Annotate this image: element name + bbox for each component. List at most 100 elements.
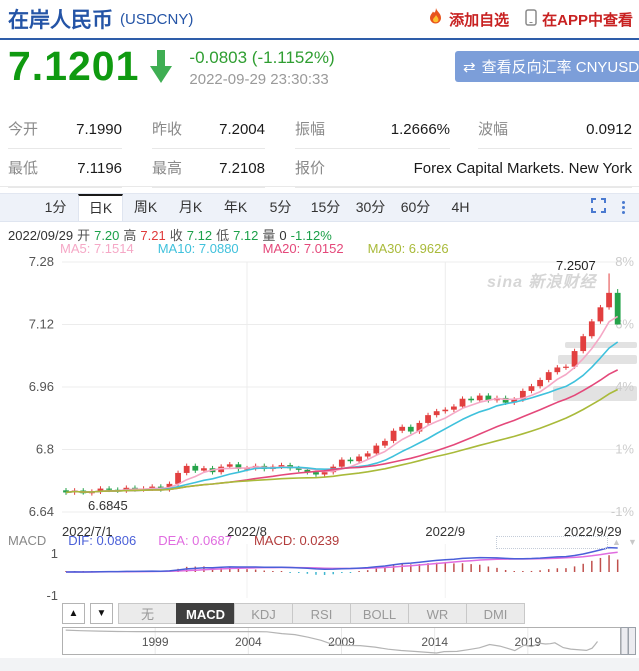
indicator-up-button[interactable]: ▲ bbox=[62, 603, 85, 624]
readout-segment: MA10: 7.0880 bbox=[158, 241, 239, 256]
indicator-tabs: 无MACDKDJRSIBOLLWRDMI bbox=[113, 603, 525, 624]
view-in-app-link[interactable]: 在APP中查看 bbox=[525, 9, 633, 30]
forex-quote-page: 在岸人民币 (USDCNY) 添加自选 在APP中查看 7.1201 -0.08… bbox=[0, 0, 639, 671]
ma-readout: MA5: 7.1514 MA10: 7.0880 MA20: 7.0152 MA30:… bbox=[60, 241, 473, 256]
stat-振幅: 振幅1.2666% bbox=[295, 110, 450, 149]
fullscreen-icon[interactable] bbox=[591, 198, 606, 218]
stat-value: Forex Capital Markets. New York bbox=[325, 160, 632, 177]
period-tab-周K[interactable]: 周K bbox=[123, 194, 168, 221]
stats-row: 最低7.1196 最高7.2108 报价Forex Capital Markets.… bbox=[8, 149, 632, 188]
svg-text:6.8: 6.8 bbox=[36, 442, 54, 457]
stat-最高: 最高7.2108 bbox=[152, 149, 265, 188]
svg-text:6.64: 6.64 bbox=[29, 504, 54, 519]
more-options-icon[interactable] bbox=[622, 201, 625, 214]
stat-label: 昨收 bbox=[152, 118, 182, 139]
indicator-tab-bar: ▲ ▼ 无MACDKDJRSIBOLLWRDMI bbox=[62, 603, 525, 624]
reverse-rate-button[interactable]: ⇄ 查看反向汇率 CNYUSD bbox=[455, 51, 639, 82]
svg-text:2014: 2014 bbox=[421, 635, 448, 649]
indicator-tab-MACD[interactable]: MACD bbox=[176, 603, 235, 624]
svg-text:8%: 8% bbox=[615, 254, 634, 269]
svg-text:-1: -1 bbox=[46, 588, 58, 603]
stat-今开: 今开7.1990 bbox=[8, 110, 122, 149]
svg-text:7.12: 7.12 bbox=[29, 317, 54, 332]
period-tab-年K[interactable]: 年K bbox=[213, 194, 258, 221]
change-block: -0.0803 (-1.1152%) 2022-09-29 23:30:33 bbox=[189, 44, 334, 88]
period-tab-5分[interactable]: 5分 bbox=[258, 194, 303, 221]
readout-segment: MA20: 7.0152 bbox=[263, 241, 344, 256]
macd-scale-down-icon[interactable]: ▼ bbox=[628, 537, 637, 547]
svg-text:6.96: 6.96 bbox=[29, 379, 54, 394]
stat-label: 波幅 bbox=[478, 118, 508, 139]
flame-icon bbox=[428, 8, 444, 30]
chart-toolbar-icons bbox=[591, 194, 639, 221]
indicator-tab-DMI[interactable]: DMI bbox=[466, 603, 525, 624]
stat-报价: 报价Forex Capital Markets. New York bbox=[295, 149, 632, 188]
period-tab-15分[interactable]: 15分 bbox=[303, 194, 348, 221]
price-change: -0.0803 (-1.1152%) bbox=[189, 48, 334, 68]
view-in-app-label: 在APP中查看 bbox=[542, 9, 633, 30]
reverse-rate-label: 查看反向汇率 CNYUSD bbox=[482, 56, 639, 77]
bottom-strip bbox=[0, 658, 639, 671]
readout-segment: MACD bbox=[8, 533, 46, 548]
svg-text:2009: 2009 bbox=[328, 635, 355, 649]
indicator-tab-KDJ[interactable]: KDJ bbox=[234, 603, 293, 624]
svg-text:2022/9: 2022/9 bbox=[425, 524, 465, 539]
period-tab-30分[interactable]: 30分 bbox=[348, 194, 393, 221]
current-price: 7.1201 bbox=[8, 44, 139, 88]
down-arrow-icon bbox=[149, 50, 173, 89]
indicator-tab-WR[interactable]: WR bbox=[408, 603, 467, 624]
macd-readout: MACD DIF: 0.0806 DEA: 0.0687 MACD: 0.0239 bbox=[8, 533, 361, 548]
svg-text:1%: 1% bbox=[615, 442, 634, 457]
svg-text:6.6845: 6.6845 bbox=[88, 498, 128, 513]
readout-segment: MA5: 7.1514 bbox=[60, 241, 134, 256]
period-tab-日K[interactable]: 日K bbox=[78, 194, 123, 221]
stat-value: 1.2666% bbox=[325, 121, 450, 138]
stat-label: 最低 bbox=[8, 157, 38, 178]
stat-label: 振幅 bbox=[295, 118, 325, 139]
stat-label: 最高 bbox=[152, 157, 182, 178]
add-watchlist-link[interactable]: 添加自选 bbox=[428, 8, 509, 30]
symbol-code: (USDCNY) bbox=[120, 11, 193, 28]
section-divider bbox=[0, 186, 639, 187]
period-tab-4H[interactable]: 4H bbox=[438, 194, 483, 221]
indicator-tab-RSI[interactable]: RSI bbox=[292, 603, 351, 624]
stats-row: 今开7.1990 昨收7.2004 振幅1.2666% 波幅0.0912 bbox=[8, 110, 632, 149]
period-tab-月K[interactable]: 月K bbox=[168, 194, 213, 221]
period-tab-60分[interactable]: 60分 bbox=[393, 194, 438, 221]
readout-segment: MA30: 6.9626 bbox=[368, 241, 449, 256]
readout-segment: MACD: 0.0239 bbox=[254, 533, 339, 548]
stat-昨收: 昨收7.2004 bbox=[152, 110, 265, 149]
swap-arrows-icon: ⇄ bbox=[463, 58, 476, 76]
period-tab-bar: 1分日K周K月K年K5分15分30分60分4H bbox=[0, 193, 639, 222]
macd-legend-placeholder bbox=[496, 536, 608, 549]
readout-segment: DIF: 0.0806 bbox=[68, 533, 136, 548]
stat-label: 今开 bbox=[8, 118, 38, 139]
stat-value: 7.1990 bbox=[38, 121, 122, 138]
add-watchlist-label: 添加自选 bbox=[449, 9, 509, 30]
readout-segment: DEA: 0.0687 bbox=[158, 533, 232, 548]
macd-scale-up-icon[interactable]: ▲ bbox=[612, 537, 621, 547]
indicator-tab-BOLL[interactable]: BOLL bbox=[350, 603, 409, 624]
quote-stats-table: 今开7.1990昨收7.2004振幅1.2666%波幅0.0912最低7.119… bbox=[8, 110, 632, 188]
stat-label: 报价 bbox=[295, 157, 325, 178]
svg-text:-1%: -1% bbox=[611, 504, 635, 519]
svg-text:2019: 2019 bbox=[514, 635, 541, 649]
phone-icon bbox=[525, 9, 537, 30]
svg-text:7.28: 7.28 bbox=[29, 254, 54, 269]
header-links: 添加自选 在APP中查看 bbox=[428, 8, 633, 30]
stat-value: 7.2004 bbox=[182, 121, 265, 138]
stat-value: 7.1196 bbox=[38, 160, 122, 177]
svg-text:4%: 4% bbox=[615, 379, 634, 394]
stat-最低: 最低7.1196 bbox=[8, 149, 122, 188]
svg-text:1999: 1999 bbox=[142, 635, 169, 649]
indicator-down-button[interactable]: ▼ bbox=[90, 603, 113, 624]
history-navigator[interactable]: 19992004200920142019 bbox=[0, 627, 639, 657]
header: 在岸人民币 (USDCNY) 添加自选 在APP中查看 bbox=[0, 0, 639, 40]
period-tab-1分[interactable]: 1分 bbox=[33, 194, 78, 221]
page-title: 在岸人民币 bbox=[8, 4, 113, 34]
indicator-tab-无[interactable]: 无 bbox=[118, 603, 177, 624]
stat-波幅: 波幅0.0912 bbox=[478, 110, 632, 149]
period-tabs: 1分日K周K月K年K5分15分30分60分4H bbox=[33, 194, 483, 221]
quote-block: 7.1201 -0.0803 (-1.1152%) 2022-09-29 23:… bbox=[8, 44, 335, 89]
svg-text:1: 1 bbox=[51, 546, 58, 561]
